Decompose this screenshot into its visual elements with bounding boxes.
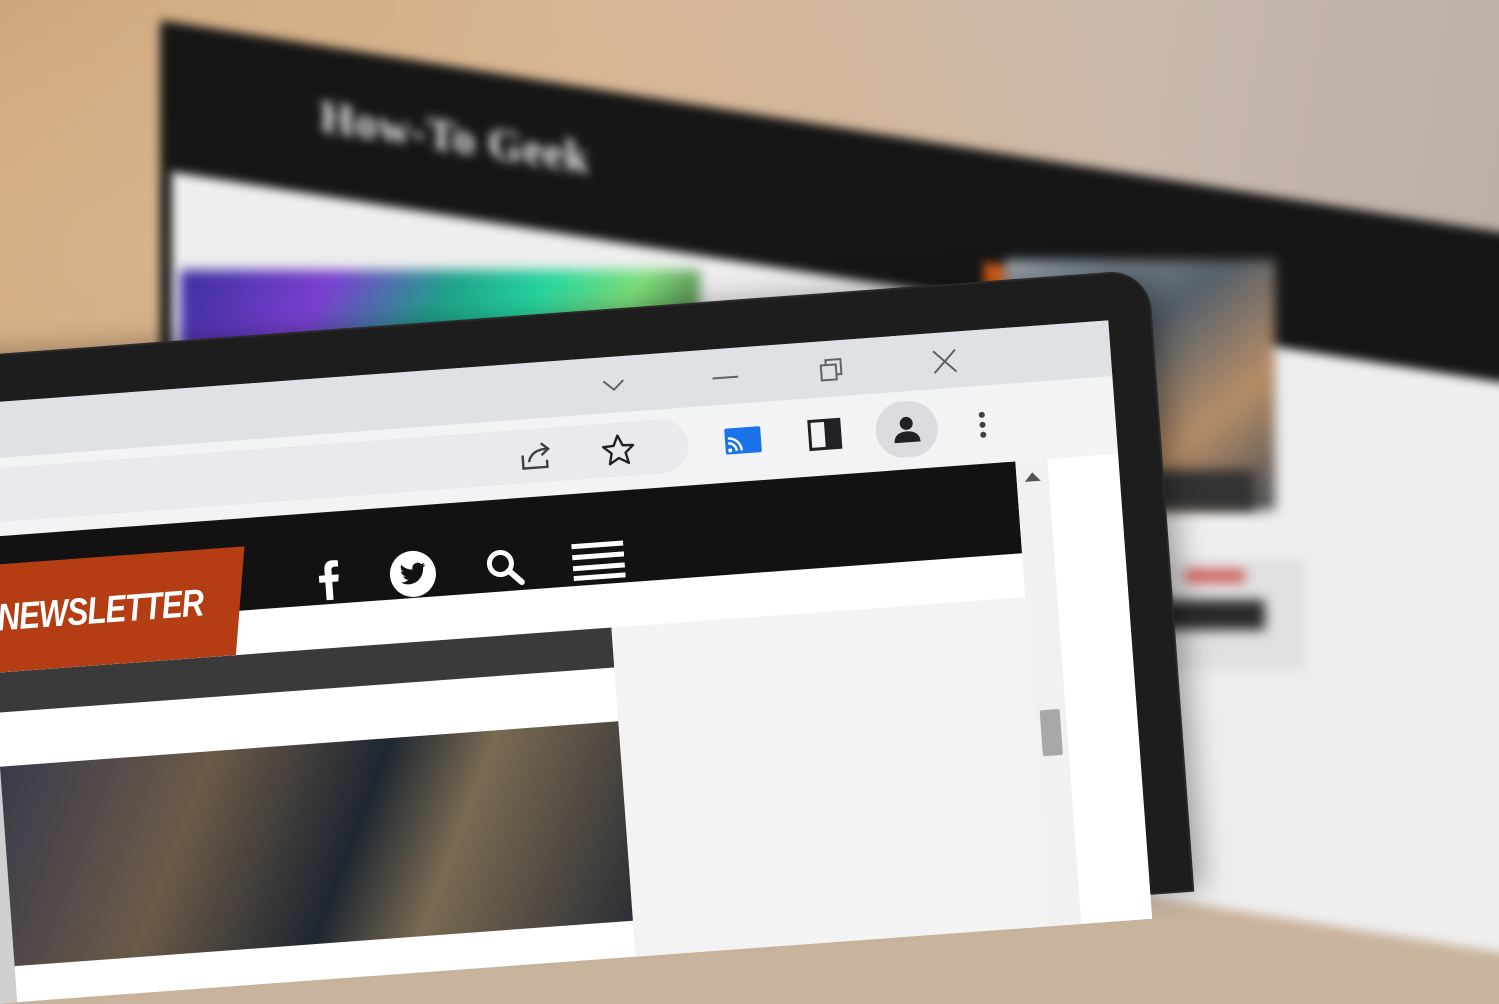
content-area [611, 596, 1056, 967]
header-icons [314, 519, 627, 621]
profile-icon[interactable] [873, 399, 940, 460]
hamburger-menu-icon[interactable] [571, 539, 626, 582]
facebook-icon[interactable] [316, 559, 343, 601]
web-page: FREE NEWSLETTER [0, 453, 1153, 1004]
search-icon[interactable] [483, 546, 526, 589]
close-icon[interactable] [913, 336, 976, 386]
restore-icon[interactable] [800, 345, 863, 395]
menu-dots-icon[interactable] [956, 398, 1010, 452]
newsletter-label: FREE NEWSLETTER [0, 581, 206, 639]
browser-window: FREE NEWSLETTER [0, 320, 1153, 1004]
side-panel-icon[interactable] [798, 408, 852, 462]
article-image[interactable] [0, 721, 633, 967]
scroll-up-arrow-icon[interactable] [1024, 471, 1041, 482]
chevron-down-icon[interactable] [582, 361, 645, 411]
laptop: FREE NEWSLETTER [0, 271, 1193, 1004]
minimize-icon[interactable] [694, 352, 757, 402]
cast-icon[interactable] [716, 414, 770, 468]
share-icon[interactable] [510, 429, 564, 483]
monitor-logo: How-To Geek [320, 91, 590, 184]
twitter-icon[interactable] [387, 548, 438, 599]
bookmark-star-icon[interactable] [592, 423, 646, 477]
scrollbar-thumb[interactable] [1039, 708, 1063, 757]
